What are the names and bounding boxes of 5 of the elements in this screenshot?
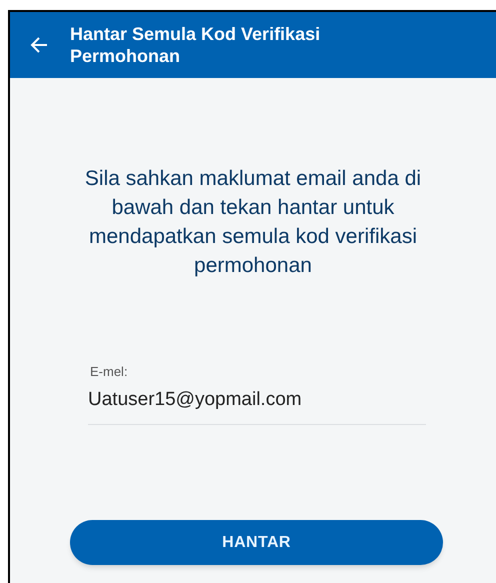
instruction-text: Sila sahkan maklumat email anda di bawah dan tekan hantar untuk mendapatkan semula kod verifikasi permohonan — [84, 166, 422, 279]
back-icon[interactable] — [30, 36, 48, 54]
submit-button[interactable]: HANTAR — [70, 520, 443, 565]
header-title: Hantar Semula Kod Verifikasi Permohonan — [70, 23, 322, 67]
email-field[interactable]: E-mel: Uatuser15@yopmail.com — [88, 362, 426, 425]
